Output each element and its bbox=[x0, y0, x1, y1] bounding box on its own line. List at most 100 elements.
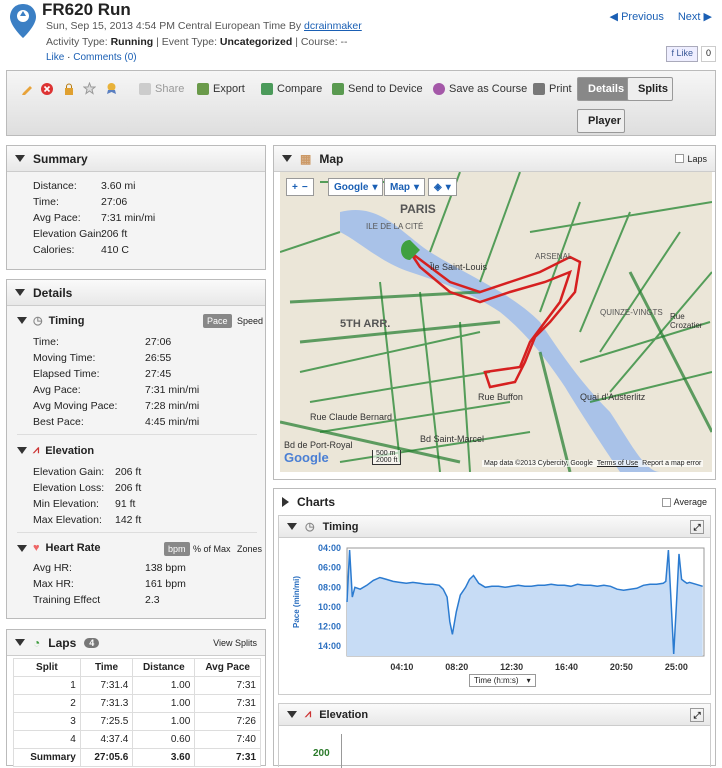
activity-nav: ◀ Previous Next ▶ bbox=[610, 10, 712, 23]
scale-feet: 2000 ft bbox=[376, 457, 398, 464]
terms-link[interactable]: Terms of Use bbox=[597, 460, 638, 467]
activity-type-value[interactable]: Running bbox=[111, 36, 154, 48]
laps-checkbox[interactable]: Laps bbox=[675, 154, 707, 164]
pct-max-toggle[interactable]: % of Max bbox=[189, 542, 235, 556]
timing-section-header[interactable]: ◷ Timing bbox=[17, 314, 84, 327]
charts-title: Charts bbox=[297, 495, 336, 509]
laps-icon: ◔ bbox=[33, 635, 41, 650]
activity-meta: Activity Type: Running | Event Type: Unc… bbox=[46, 36, 348, 48]
elevation-value: 142 ft bbox=[115, 514, 142, 526]
facebook-like-button[interactable]: f Like bbox=[666, 46, 698, 62]
summary-panel: Summary Distance: 3.60 mi Time: 27:06 Avg Pa… bbox=[6, 145, 266, 270]
elevation-value: 91 ft bbox=[115, 498, 136, 510]
table-row[interactable]: 3 7:25.5 1.00 7:26 bbox=[13, 712, 261, 731]
pace-toggle[interactable]: Pace bbox=[203, 314, 232, 328]
laps-table: Split Time Distance Avg Pace 1 7:31.4 1.00 7:3… bbox=[13, 658, 261, 767]
zoom-out-button[interactable]: − bbox=[302, 182, 308, 193]
zoom-in-button[interactable]: + bbox=[292, 182, 298, 193]
report-link[interactable]: Report a map error bbox=[642, 460, 701, 467]
player-button[interactable]: Player bbox=[577, 109, 625, 133]
laps-column-header[interactable]: Avg Pace bbox=[194, 658, 261, 677]
timing-value: 7:31 min/mi bbox=[145, 384, 200, 396]
table-row[interactable]: 4 4:37.4 0.60 7:40 bbox=[13, 730, 261, 749]
bpm-toggle[interactable]: bpm bbox=[164, 542, 190, 556]
timing-label: Moving Time: bbox=[33, 352, 96, 364]
collapse-icon bbox=[287, 523, 297, 530]
laps-column-header[interactable]: Time bbox=[79, 658, 134, 677]
save-as-course-button[interactable]: Save as Course bbox=[433, 83, 527, 95]
summary-value: 3.60 mi bbox=[101, 180, 136, 192]
heart-rate-section-header[interactable]: ♥ Heart Rate bbox=[17, 542, 101, 554]
share-button[interactable]: Share bbox=[139, 83, 184, 95]
average-checkbox[interactable]: Average bbox=[661, 497, 707, 507]
print-label: Print bbox=[549, 83, 572, 95]
timing-chart-header[interactable]: ◷ Timing ⤢ bbox=[279, 516, 710, 538]
like-link[interactable]: Like bbox=[46, 52, 64, 63]
send-label: Send to Device bbox=[348, 83, 423, 95]
laps-cell: 1.00 bbox=[132, 712, 196, 731]
pencil-icon[interactable] bbox=[21, 83, 33, 95]
elevation-label: Elevation Loss: bbox=[33, 482, 105, 494]
badge-icon[interactable] bbox=[105, 82, 118, 95]
summary-header[interactable]: Summary bbox=[7, 146, 265, 172]
map-header[interactable]: ▦ Map Laps bbox=[274, 146, 715, 172]
speed-toggle[interactable]: Speed bbox=[233, 314, 267, 328]
course-icon bbox=[433, 83, 445, 95]
view-splits-link[interactable]: View Splits bbox=[213, 638, 257, 648]
export-button[interactable]: Export bbox=[197, 83, 245, 95]
expand-icon bbox=[282, 497, 289, 507]
lock-icon[interactable] bbox=[63, 83, 75, 95]
details-header[interactable]: Details bbox=[7, 280, 265, 306]
elevation-chart-header[interactable]: ⩘ Elevation ⤢ bbox=[279, 704, 710, 726]
laps-header[interactable]: ◔ Laps 4 View Splits bbox=[7, 630, 265, 656]
expand-chart-icon[interactable]: ⤢ bbox=[690, 519, 704, 534]
print-button[interactable]: Print bbox=[533, 83, 572, 95]
laps-table-header: Split Time Distance Avg Pace bbox=[13, 658, 261, 677]
user-link[interactable]: dcrainmaker bbox=[304, 20, 362, 32]
laps-column-header[interactable]: Split bbox=[13, 658, 81, 677]
activity-type-label: Activity Type: bbox=[46, 36, 108, 48]
compare-button[interactable]: Compare bbox=[261, 83, 322, 95]
zones-toggle[interactable]: Zones bbox=[233, 542, 266, 556]
laps-panel: ◔ Laps 4 View Splits Split Time Distance Av… bbox=[6, 629, 266, 767]
laps-cell: 4:37.4 bbox=[79, 730, 134, 749]
elevation-section-header[interactable]: ⩘ Elevation bbox=[17, 444, 94, 457]
laps-cell: 0.60 bbox=[132, 730, 196, 749]
divider bbox=[17, 532, 257, 533]
star-icon[interactable] bbox=[83, 82, 96, 95]
table-row[interactable]: 1 7:31.4 1.00 7:31 bbox=[13, 676, 261, 695]
y-tick-label: 04:00 bbox=[318, 543, 341, 553]
next-link[interactable]: Next ▶ bbox=[678, 10, 712, 23]
x-tick-label: 20:50 bbox=[610, 662, 633, 672]
facebook-like: f Like 0 bbox=[666, 46, 716, 62]
laps-column-header[interactable]: Distance bbox=[132, 658, 196, 677]
timing-title: Timing bbox=[48, 314, 85, 327]
laps-cell: 1 bbox=[13, 676, 81, 695]
map-label: Quai d'Austerlitz bbox=[580, 392, 646, 402]
details-title: Details bbox=[33, 285, 73, 300]
google-layer-select[interactable]: Google ▾ bbox=[328, 178, 384, 196]
pace-chart[interactable]: 04:00 06:00 08:00 10:00 12:00 14:00 04:10 08:20… bbox=[279, 538, 710, 674]
export-icon bbox=[197, 83, 209, 95]
expand-chart-icon[interactable]: ⤢ bbox=[690, 707, 704, 722]
map-type-select[interactable]: Map ▾ bbox=[384, 178, 426, 196]
laps-cell: 1.00 bbox=[132, 694, 196, 713]
laps-summary-row: Summary 27:05.6 3.60 7:31 bbox=[13, 748, 261, 767]
layers-select[interactable]: ◈ ▾ bbox=[428, 178, 457, 196]
map-canvas[interactable]: + − Google ▾ Map ▾ ◈ ▾ PARIS ILE DE LA CITÉ … bbox=[280, 172, 712, 472]
google-logo[interactable]: Google bbox=[284, 450, 329, 465]
elevation-label: Elevation Gain: bbox=[33, 466, 105, 478]
summary-title: Summary bbox=[33, 151, 88, 166]
event-type-value[interactable]: Uncategorized bbox=[220, 36, 292, 48]
elevation-icon: ⩘ bbox=[33, 444, 40, 456]
map-icon: ▦ bbox=[300, 151, 312, 166]
x-axis-select[interactable]: Time (h:m:s) ▾ bbox=[469, 674, 536, 687]
previous-link[interactable]: ◀ Previous bbox=[610, 10, 664, 23]
comments-link[interactable]: Comments (0) bbox=[73, 52, 136, 63]
tab-splits[interactable]: Splits bbox=[627, 77, 673, 101]
table-row[interactable]: 2 7:31.3 1.00 7:31 bbox=[13, 694, 261, 713]
summary-value: 27:06 bbox=[101, 196, 128, 208]
charts-header[interactable]: Charts Average bbox=[274, 489, 715, 515]
delete-icon[interactable] bbox=[41, 83, 53, 95]
send-to-device-button[interactable]: Send to Device bbox=[332, 83, 423, 95]
